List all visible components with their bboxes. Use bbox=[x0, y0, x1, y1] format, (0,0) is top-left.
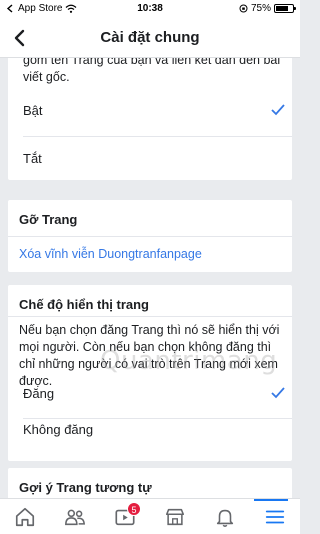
tab-video[interactable]: 5 bbox=[100, 499, 150, 534]
orientation-lock-icon bbox=[239, 4, 248, 13]
active-tab-indicator bbox=[254, 499, 288, 501]
marketplace-icon bbox=[165, 508, 185, 526]
status-right: 75% bbox=[239, 3, 296, 14]
app-header: Cài đặt chung bbox=[0, 18, 300, 58]
option-label: Tắt bbox=[23, 151, 42, 166]
similar-pages-title: Gợi ý Trang tương tự bbox=[19, 480, 152, 495]
option-label: Bật bbox=[23, 103, 43, 118]
option-unpublish[interactable]: Không đăng bbox=[23, 409, 285, 453]
battery-icon bbox=[274, 4, 296, 13]
remove-page-title: Gỡ Trang bbox=[19, 212, 78, 227]
video-badge: 5 bbox=[127, 502, 141, 516]
notifications-icon bbox=[216, 509, 234, 527]
bottom-tab-bar: 5 bbox=[0, 498, 300, 534]
groups-icon bbox=[65, 509, 86, 526]
option-label: Đăng bbox=[23, 386, 55, 401]
checkmark-icon bbox=[271, 104, 285, 116]
divider bbox=[8, 236, 292, 237]
similar-pages-card[interactable]: Gợi ý Trang tương tự bbox=[8, 468, 292, 498]
option-label: Không đăng bbox=[23, 422, 94, 437]
page-visibility-title: Chế độ hiển thị trang bbox=[19, 297, 149, 312]
share-option-card: gồm tên Trang của bạn và liên kết dẫn đế… bbox=[8, 58, 292, 180]
divider bbox=[23, 136, 292, 137]
tab-groups[interactable] bbox=[50, 499, 100, 534]
status-bar: App Store 10:38 75% bbox=[0, 0, 300, 18]
menu-icon bbox=[265, 510, 285, 524]
page-title: Cài đặt chung bbox=[100, 29, 200, 46]
option-on[interactable]: Bật bbox=[23, 90, 285, 134]
divider bbox=[8, 316, 292, 317]
battery-fill bbox=[276, 6, 288, 11]
remove-page-card: Gỡ Trang Xóa vĩnh viễn Duongtranfanpage bbox=[8, 200, 292, 272]
home-icon bbox=[15, 507, 35, 527]
tab-marketplace[interactable] bbox=[150, 499, 200, 534]
tab-home[interactable] bbox=[0, 499, 50, 534]
checkmark-icon bbox=[271, 387, 285, 399]
option-off[interactable]: Tắt bbox=[23, 138, 285, 182]
share-option-description: gồm tên Trang của bạn và liên kết dẫn đế… bbox=[23, 58, 281, 84]
settings-content[interactable]: gồm tên Trang của bạn và liên kết dẫn đế… bbox=[0, 58, 300, 498]
tab-menu[interactable] bbox=[250, 499, 300, 534]
delete-page-link[interactable]: Xóa vĩnh viễn Duongtranfanpage bbox=[19, 247, 202, 261]
tab-notifications[interactable] bbox=[200, 499, 250, 534]
watermark-text: Quantrimang bbox=[100, 346, 278, 376]
watermark-logo: Quantrimang bbox=[100, 346, 277, 376]
battery-percent: 75% bbox=[250, 3, 271, 14]
